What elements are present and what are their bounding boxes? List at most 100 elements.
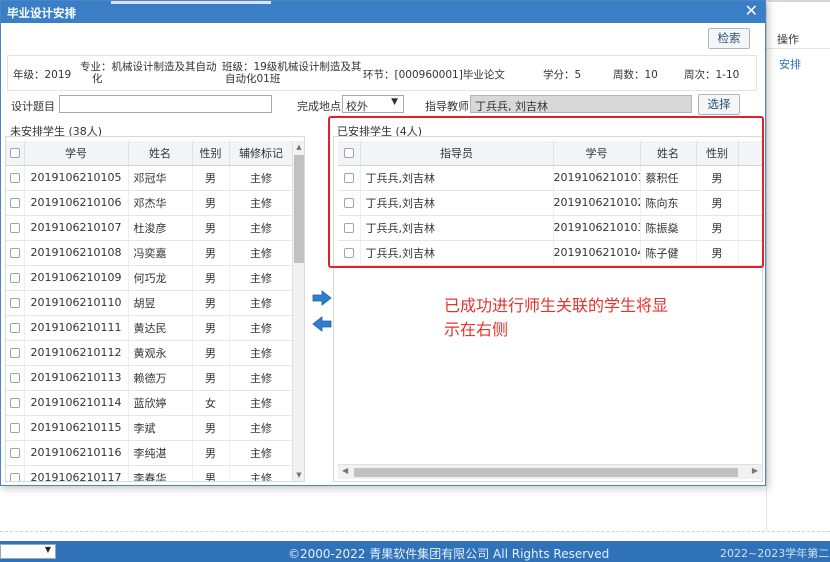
row-checkbox[interactable] [6, 365, 25, 391]
student-name: 冯奕嘉 [128, 240, 193, 266]
student-gender: 男 [192, 465, 230, 481]
student-id: 2019106210105 [24, 165, 129, 191]
select-all-checkbox[interactable] [6, 141, 25, 166]
minor-flag: 主修 [229, 240, 294, 266]
table-row[interactable]: 2019106210110 胡昱男主修 [6, 290, 294, 316]
search-button[interactable]: 检索 [708, 28, 750, 49]
student-id: 2019106210108 [24, 240, 129, 266]
location-select[interactable]: 校外 ▼ [342, 95, 404, 113]
scrollbar-thumb[interactable] [354, 468, 738, 477]
student-id: 2019106210107 [24, 215, 129, 241]
teacher-value: 丁兵兵, 刘吉林 [475, 100, 548, 113]
select-teacher-button[interactable]: 选择 [698, 94, 740, 115]
column-header[interactable]: 学号 [24, 141, 129, 166]
minor-flag: 主修 [229, 440, 294, 466]
dialog-title: 毕业设计安排 [7, 6, 76, 20]
scroll-left-icon[interactable]: ◀ [342, 466, 348, 475]
table-row[interactable]: 2019106210116 李纯湛男主修 [6, 440, 294, 466]
close-icon[interactable]: ✕ [745, 2, 758, 20]
task-info-row: 年级：2019 专业：机械设计制造及其自动 化 班级：19级机械设计制造及其 自… [7, 55, 757, 91]
table-row[interactable]: 2019106210108 冯奕嘉男主修 [6, 240, 294, 266]
unassigned-table: 学号 姓名 性别 辅修标记 2019106210105 邓冠华男主修 201910… [6, 141, 294, 481]
student-id: 2019106210113 [24, 365, 129, 391]
footer-select[interactable]: ▼ [0, 544, 56, 559]
table-row[interactable]: 2019106210114 蓝欣婷女主修 [6, 390, 294, 416]
row-checkbox[interactable] [6, 315, 25, 341]
move-right-arrow-icon[interactable] [312, 290, 332, 306]
table-row[interactable]: 2019106210106 邓杰华男主修 [6, 190, 294, 216]
student-gender: 男 [192, 240, 230, 266]
student-id: 2019106210114 [24, 390, 129, 416]
scroll-down-icon[interactable]: ▼ [293, 471, 304, 479]
arrange-link[interactable]: 安排 [779, 56, 801, 72]
page-footer: ▼ ©2000-2022 青果软件集团有限公司 All Rights Reser… [0, 541, 830, 562]
minor-flag: 主修 [229, 315, 294, 341]
grade-text: 年级：2019 [13, 69, 72, 81]
annotation-text: 已成功进行师生关联的学生将显示在右侧 [444, 296, 669, 339]
row-checkbox[interactable] [6, 265, 25, 291]
dropdown-caret-icon: ▼ [44, 545, 51, 554]
scrollbar-thumb[interactable] [294, 155, 304, 263]
student-gender: 男 [192, 415, 230, 441]
unassigned-panel: 学号 姓名 性别 辅修标记 2019106210105 邓冠华男主修 201910… [5, 136, 305, 482]
row-checkbox[interactable] [6, 240, 25, 266]
table-row[interactable]: 2019106210115 李斌男主修 [6, 415, 294, 441]
minor-flag: 主修 [229, 215, 294, 241]
table-row[interactable]: 2019106210113 赖德万男主修 [6, 365, 294, 391]
student-gender: 男 [192, 190, 230, 216]
student-name: 杜浚彦 [128, 215, 193, 241]
table-row[interactable]: 2019106210109 何巧龙男主修 [6, 265, 294, 291]
topic-input[interactable] [59, 95, 272, 113]
table-row[interactable]: 2019106210117 李春华男主修 [6, 465, 294, 481]
student-gender: 男 [192, 265, 230, 291]
row-checkbox[interactable] [6, 165, 25, 191]
major-text-line2: 化 [92, 73, 103, 85]
background-right-panel: 操作 安排 [766, 0, 830, 530]
row-checkbox[interactable] [6, 290, 25, 316]
row-checkbox[interactable] [6, 465, 25, 481]
teacher-field: 丁兵兵, 刘吉林 [470, 95, 692, 113]
minor-flag: 主修 [229, 290, 294, 316]
current-term: 2022~2023学年第二学期 [720, 547, 830, 560]
student-name: 李春华 [128, 465, 193, 481]
row-checkbox[interactable] [6, 215, 25, 241]
page-divider [0, 531, 830, 532]
minor-flag: 主修 [229, 190, 294, 216]
student-gender: 男 [192, 340, 230, 366]
student-id: 2019106210109 [24, 265, 129, 291]
row-checkbox[interactable] [6, 190, 25, 216]
column-header[interactable]: 性别 [192, 141, 230, 166]
table-row[interactable]: 2019106210107 杜浚彦男主修 [6, 215, 294, 241]
scroll-up-icon[interactable]: ▲ [293, 143, 304, 151]
copyright-text: ©2000-2022 青果软件集团有限公司 All Rights Reserve… [288, 547, 610, 561]
row-checkbox[interactable] [6, 415, 25, 441]
topic-label: 设计题目 [11, 100, 55, 113]
student-id: 2019106210111 [24, 315, 129, 341]
column-header[interactable]: 姓名 [128, 141, 193, 166]
table-row[interactable]: 2019106210112 黄观永男主修 [6, 340, 294, 366]
move-left-arrow-icon[interactable] [312, 316, 332, 332]
table-row[interactable]: 2019106210105 邓冠华男主修 [6, 165, 294, 191]
unassigned-vertical-scrollbar[interactable]: ▲ ▼ [292, 141, 304, 481]
location-label: 完成地点 [297, 100, 341, 113]
student-gender: 女 [192, 390, 230, 416]
minor-flag: 主修 [229, 465, 294, 481]
location-value: 校外 [346, 100, 368, 113]
student-id: 2019106210110 [24, 290, 129, 316]
operation-column-header: 操作 [777, 33, 799, 46]
student-name: 黄观永 [128, 340, 193, 366]
row-checkbox[interactable] [6, 340, 25, 366]
column-header[interactable]: 辅修标记 [229, 141, 294, 166]
table-row[interactable]: 2019106210111 黄达民男主修 [6, 315, 294, 341]
assigned-horizontal-scrollbar[interactable]: ◀ ▶ [338, 464, 762, 479]
minor-flag: 主修 [229, 340, 294, 366]
teacher-label: 指导教师 [425, 100, 469, 113]
scroll-right-icon[interactable]: ▶ [752, 466, 758, 475]
student-id: 2019106210116 [24, 440, 129, 466]
panel-divider [767, 48, 830, 49]
row-checkbox[interactable] [6, 390, 25, 416]
student-gender: 男 [192, 365, 230, 391]
row-checkbox[interactable] [6, 440, 25, 466]
dialog-titlebar[interactable]: 毕业设计安排 ✕ [1, 1, 765, 23]
student-id: 2019106210112 [24, 340, 129, 366]
